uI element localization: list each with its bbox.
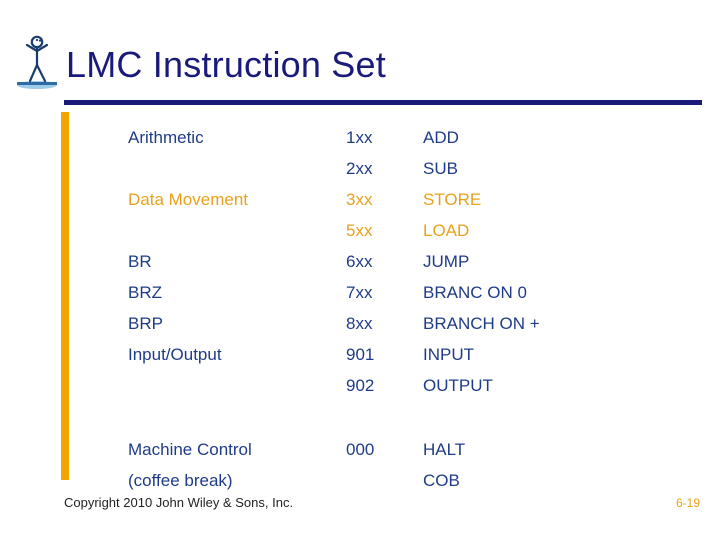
instruction-operation: INPUT: [423, 345, 474, 364]
table-row: (coffee break) COB: [128, 471, 688, 497]
table-row: Arithmetic 1xx ADD: [128, 128, 688, 159]
instruction-operation: OUTPUT: [423, 376, 493, 395]
table-row: Input/Output 901 INPUT: [128, 345, 688, 376]
instruction-operation: HALT: [423, 440, 466, 459]
instruction-mnemonic: Input/Output: [128, 345, 222, 364]
instruction-code: 8xx: [346, 314, 373, 333]
instruction-code: 000: [346, 440, 375, 459]
instruction-operation: BRANCH ON +: [423, 314, 540, 333]
instruction-mnemonic: Arithmetic: [128, 128, 204, 147]
table-row: 2xx SUB: [128, 159, 688, 190]
instruction-code: 6xx: [346, 252, 373, 271]
instruction-code: 7xx: [346, 283, 373, 302]
instruction-code: 2xx: [346, 159, 373, 178]
instruction-operation: JUMP: [423, 252, 470, 271]
table-row: BRZ 7xx BRANC ON 0: [128, 283, 688, 314]
left-accent-bar: [61, 112, 69, 480]
instruction-code: 1xx: [346, 128, 373, 147]
table-row: 902 OUTPUT: [128, 376, 688, 407]
instruction-code: 5xx: [346, 221, 373, 240]
table-row: Data Movement 3xx STORE: [128, 190, 688, 221]
copyright-text: Copyright 2010 John Wiley & Sons, Inc.: [64, 495, 294, 510]
instruction-code: 901: [346, 345, 375, 364]
instruction-code: 902: [346, 376, 375, 395]
table-row: BRP 8xx BRANCH ON +: [128, 314, 688, 345]
wiley-figure-logo-icon: [14, 32, 60, 90]
instruction-operation: STORE: [423, 190, 482, 209]
instruction-operation: SUB: [423, 159, 458, 178]
table-row: BR 6xx JUMP: [128, 252, 688, 283]
instruction-operation: BRANC ON 0: [423, 283, 527, 302]
instruction-operation: LOAD: [423, 221, 470, 240]
instruction-mnemonic: Data Movement: [128, 190, 248, 209]
title-divider: [64, 100, 702, 105]
page-number: 6-19: [675, 496, 700, 510]
instruction-mnemonic: BRZ: [128, 283, 162, 302]
table-row: Machine Control 000 HALT: [128, 440, 688, 471]
instruction-mnemonic: (coffee break): [128, 471, 233, 490]
instruction-mnemonic: BRP: [128, 314, 163, 333]
instruction-code: 3xx: [346, 190, 373, 209]
instruction-mnemonic: Machine Control: [128, 440, 252, 459]
instruction-mnemonic: BR: [128, 252, 152, 271]
page-title: LMC Instruction Set: [66, 44, 386, 85]
instruction-operation: ADD: [423, 128, 459, 147]
instruction-set-table: Arithmetic 1xx ADD 2xx SUB Data Movement 3xx ST…: [128, 128, 688, 497]
instruction-operation: COB: [423, 471, 460, 490]
table-row: 5xx LOAD: [128, 221, 688, 252]
